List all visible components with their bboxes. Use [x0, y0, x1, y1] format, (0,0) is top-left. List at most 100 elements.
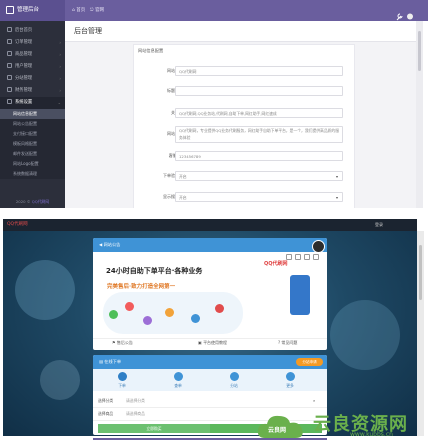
footer-link[interactable]: QQ代刷网: [32, 199, 49, 204]
form-row-keywords: 关键字 QQ代刷网,QQ业务站,代刷网,自助下单,网红助手,网红速成: [133, 108, 353, 126]
sidebar-item-settings[interactable]: 系统设置 ⌄: [0, 97, 65, 109]
page-title: 后台管理: [74, 27, 102, 35]
money-icon: [7, 87, 12, 92]
wrench-icon[interactable]: [396, 12, 414, 21]
search-icon[interactable]: ⌕: [313, 395, 315, 407]
form-row-title-suffix: 标题后缀: [133, 86, 353, 104]
sidebar-item-label: 财务管理: [15, 88, 33, 93]
sidebar-item-dashboard[interactable]: 后台首页: [0, 25, 65, 37]
heart-icon: [125, 302, 134, 311]
faq-link[interactable]: ? 常见问题: [278, 340, 297, 346]
sidebar-footer: 2020 © QQ代刷网: [0, 195, 65, 208]
home-icon: [7, 27, 12, 32]
tab-label: 更多: [286, 383, 294, 388]
tab-more[interactable]: 更多: [275, 372, 305, 389]
sidebar-subitem-cleanup[interactable]: 系统数据清理: [0, 169, 65, 179]
sidebar-subitem-template[interactable]: 模板风格配置: [0, 139, 65, 149]
search-icon: [173, 372, 183, 381]
caret-down-icon: ▾: [335, 174, 338, 179]
sidebar-item-goods[interactable]: 商品管理 ›: [0, 49, 65, 61]
tab-substation[interactable]: 分站: [219, 372, 249, 389]
site-logo: QQ代刷网: [264, 261, 288, 267]
more-icon[interactable]: [313, 254, 319, 260]
bookmark-icon[interactable]: [304, 254, 310, 260]
sidebar-item-orders[interactable]: 订单管理 ›: [0, 37, 65, 49]
tab-label: 分站: [230, 383, 238, 388]
top-link-site[interactable]: ⎋ 官网: [90, 0, 104, 21]
qq-input[interactable]: 123456789: [175, 151, 343, 161]
topbar-tools: [396, 6, 414, 21]
box-icon: [7, 51, 12, 56]
avatar[interactable]: [312, 240, 325, 253]
product-select[interactable]: 请选择商品: [126, 408, 145, 420]
sitemap-icon: [229, 372, 239, 381]
after-sales-link[interactable]: ⚑ 售后公告: [112, 340, 133, 346]
search-box-select[interactable]: 开启 ▾: [175, 192, 343, 202]
form-row-description: 网站描述 QQ代刷网，专业提供QQ业务代刷服务，网红助手自助下单平台，是一个，我…: [133, 126, 353, 148]
sidebar-item-users[interactable]: 用户管理 ›: [0, 61, 65, 73]
category-row[interactable]: 选择分类 请选择分类 ⌕: [93, 395, 327, 408]
title-suffix-input[interactable]: [175, 86, 343, 96]
top-link-home[interactable]: ⌂ 首页: [72, 0, 85, 21]
sidebar-item-label: 订单管理: [15, 40, 33, 45]
sidebar-subitem-payment[interactable]: 支付接口配置: [0, 129, 65, 139]
user-avatar-icon: [407, 13, 413, 20]
watermark-url: www.kubbs.cn: [350, 431, 393, 438]
scrollbar-thumb[interactable]: [419, 245, 422, 300]
sidebar-item-finance[interactable]: 财务管理 ›: [0, 85, 65, 97]
card-title: 网站信息配置: [138, 48, 164, 53]
description-textarea[interactable]: QQ代刷网，专业提供QQ业务代刷服务，网红助手自助下单平台，是一个，我们提供高品…: [175, 126, 343, 143]
sidebar-subitem-mail[interactable]: 邮件发送配置: [0, 149, 65, 159]
sidebar-subitem-logo[interactable]: 网站Logo配置: [0, 159, 65, 169]
chevron-right-icon: ›: [59, 88, 61, 93]
banner-headline: 24小时自助下单平台·各种业务: [106, 267, 203, 275]
bokeh-decoration: [15, 260, 75, 320]
footer-copyright: 2020 ©: [15, 199, 31, 204]
tab-label: 下单: [118, 383, 126, 388]
caret-down-icon: ▾: [335, 195, 338, 200]
phone-illustration: [290, 275, 310, 315]
chevron-right-icon: ›: [59, 52, 61, 57]
storefront-scrollbar[interactable]: [417, 231, 424, 445]
cart-icon: [117, 372, 127, 381]
qq-zone-icon: [165, 308, 174, 317]
notice-title-text: 网站公告: [103, 242, 121, 247]
scrollbar-thumb[interactable]: [418, 31, 421, 71]
gear-icon: [7, 99, 12, 104]
sidebar-subitem-notice[interactable]: 网站公告配置: [0, 119, 65, 129]
tutorial-link[interactable]: ▣ 平台使用教程: [198, 340, 227, 346]
product-label: 选择商品: [98, 411, 114, 416]
sidebar-subitem-site-info[interactable]: 网站信息配置: [0, 109, 65, 119]
sidebar-item-label: 商品管理: [15, 52, 33, 57]
site-brand[interactable]: QQ代刷网: [7, 219, 28, 231]
chevron-down-icon: ⌄: [57, 100, 61, 105]
more-icon: [285, 372, 295, 381]
search-box-select-value: 开启: [179, 195, 187, 200]
admin-scrollbar[interactable]: [416, 21, 423, 208]
notice-panel-title: ◀ 网站公告: [99, 238, 120, 252]
watermark-small-text: 云良网: [268, 427, 287, 434]
form-row-captcha: 下单验证码 开启 ▾: [133, 171, 353, 189]
order-panel-title: ▤ 在线下单: [99, 355, 121, 369]
site-name-input[interactable]: QQ代刷网: [175, 66, 343, 76]
tab-query[interactable]: 查单: [163, 372, 193, 389]
list-icon: [7, 39, 12, 44]
admin-brand[interactable]: 管理后台: [0, 0, 65, 21]
login-button[interactable]: 登录: [368, 221, 390, 229]
qq-penguin-icon: [191, 314, 200, 323]
order-title-text: 在线下单: [104, 359, 122, 364]
user-icon: [7, 63, 12, 68]
sidebar-item-label: 用户管理: [15, 64, 33, 69]
keywords-input[interactable]: QQ代刷网,QQ业务站,代刷网,自助下单,网红助手,网红速成: [175, 108, 343, 118]
sidebar-item-substations[interactable]: 分站管理 ›: [0, 73, 65, 85]
captcha-select[interactable]: 开启 ▾: [175, 171, 343, 181]
image-divider: [0, 208, 428, 219]
chevron-right-icon: ›: [59, 76, 61, 81]
tutorial-label: 平台使用教程: [203, 340, 228, 345]
substation-apply-button[interactable]: 分站申请: [296, 358, 323, 366]
tab-order[interactable]: 下单: [107, 372, 137, 389]
refresh-icon[interactable]: [295, 254, 301, 260]
form-row-site-name: 网站名称 QQ代刷网: [133, 66, 353, 84]
order-tabs: 下单 查单 分站 更多: [93, 369, 327, 391]
category-select[interactable]: 请选择分类: [126, 395, 145, 407]
